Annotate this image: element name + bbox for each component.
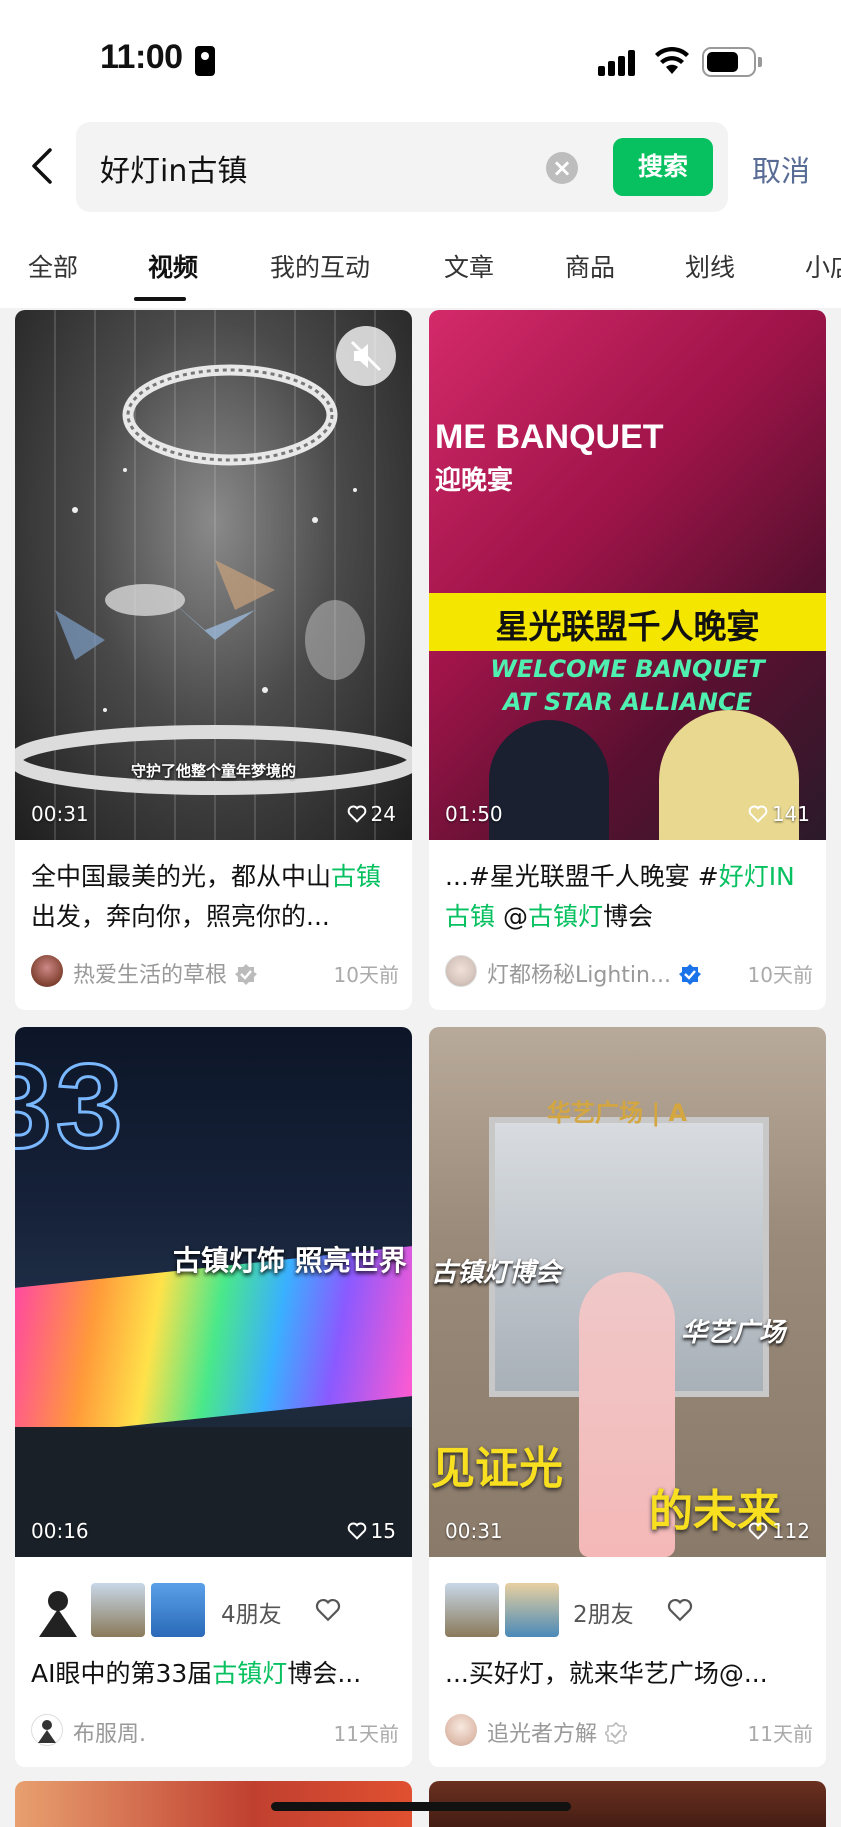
active-tab-indicator — [134, 297, 186, 301]
search-button[interactable]: 搜索 — [613, 138, 713, 196]
author-row[interactable]: 热爱生活的草根 10天前 — [31, 955, 399, 989]
friend-avatar — [151, 1583, 205, 1637]
overlay-text: ME BANQUET — [435, 418, 664, 456]
post-date: 10天前 — [333, 963, 399, 987]
author-name: 追光者方解 — [487, 1716, 628, 1748]
video-feed: 守护了他整个童年梦境的 00:31 24 全中国最美的光，都从中山古镇出发，奔向… — [0, 308, 841, 1827]
tab-highlights[interactable]: 划线 — [685, 248, 735, 284]
post-date: 10天前 — [747, 963, 813, 987]
wifi-icon — [655, 46, 689, 74]
video-title: 全中国最美的光，都从中山古镇出发，奔向你，照亮你的... — [31, 862, 382, 931]
friends-liked-label: 2朋友 — [573, 1602, 634, 1628]
friend-avatar — [91, 1583, 145, 1637]
cancel-button[interactable]: 取消 — [752, 148, 810, 190]
search-input[interactable]: 好灯in古镇 × 搜索 — [76, 122, 728, 212]
heart-icon — [748, 805, 768, 823]
post-date: 11天前 — [747, 1722, 813, 1746]
author-avatar — [445, 955, 477, 987]
clear-search-icon[interactable]: × — [546, 152, 578, 184]
overlay-text: 古镇灯饰 照亮世界 — [173, 1244, 407, 1277]
heart-icon — [347, 1522, 366, 1540]
author-name: 布服周. — [73, 1722, 146, 1747]
friends-liked-label: 4朋友 — [221, 1602, 282, 1628]
video-thumbnail[interactable]: ME BANQUET 迎晚宴 星光联盟千人晚宴 WELCOME BANQUET … — [429, 310, 826, 840]
video-thumbnail[interactable]: 华艺广场 | A 古镇灯博会 华艺广场 见证光 的未来 00:31 112 — [429, 1027, 826, 1557]
overlay-text: 华艺广场 — [681, 1318, 786, 1348]
id-card-icon — [195, 46, 215, 76]
verified-badge-icon — [678, 964, 701, 985]
video-card[interactable]: 守护了他整个童年梦境的 00:31 24 全中国最美的光，都从中山古镇出发，奔向… — [15, 310, 412, 1010]
friends-row[interactable]: 4朋友 — [31, 1583, 399, 1637]
like-count: 141 — [748, 802, 810, 826]
author-row[interactable]: 追光者方解 11天前 — [445, 1714, 813, 1748]
like-count: 15 — [347, 1519, 396, 1543]
video-duration: 00:16 — [31, 1519, 89, 1543]
author-row[interactable]: 布服周. 11天前 — [31, 1714, 399, 1748]
tab-shops[interactable]: 小店 — [805, 248, 841, 284]
author-avatar — [31, 1714, 63, 1746]
tab-articles[interactable]: 文章 — [444, 248, 494, 284]
tab-video[interactable]: 视频 — [148, 248, 198, 284]
author-row[interactable]: 灯都杨秘Lightin... 10天前 — [445, 955, 813, 989]
video-duration: 00:31 — [31, 802, 89, 826]
friend-avatar — [505, 1583, 559, 1637]
video-title: AI眼中的第33届古镇灯博会... — [31, 1659, 362, 1688]
video-card[interactable]: 33 古镇灯饰 照亮世界 00:16 15 4朋友 AI眼中的第33届古镇灯博会… — [15, 1027, 412, 1767]
friend-avatar — [31, 1583, 85, 1637]
like-count: 112 — [748, 1519, 810, 1543]
video-title: ...#星光联盟千人晚宴 #好灯IN古镇 @古镇灯博会 — [445, 862, 795, 931]
video-card[interactable]: 华艺广场 | A 古镇灯博会 华艺广场 见证光 的未来 00:31 112 2朋… — [429, 1027, 826, 1767]
tab-all[interactable]: 全部 — [28, 248, 78, 284]
search-query: 好灯in古镇 — [100, 154, 248, 189]
overlay-text: 33 — [15, 1038, 127, 1175]
video-card[interactable]: ME BANQUET 迎晚宴 星光联盟千人晚宴 WELCOME BANQUET … — [429, 310, 826, 1010]
tab-my-interactions[interactable]: 我的互动 — [270, 248, 370, 284]
home-indicator[interactable] — [271, 1802, 571, 1811]
mute-icon[interactable] — [336, 326, 396, 386]
video-duration: 01:50 — [445, 802, 503, 826]
friend-avatar — [445, 1583, 499, 1637]
heart-outline-icon[interactable] — [667, 1597, 693, 1623]
overlay-text: WELCOME BANQUET — [490, 655, 765, 683]
overlay-text: AT STAR ALLIANCE — [503, 688, 752, 716]
heart-icon — [748, 1522, 768, 1540]
verified-badge-icon — [235, 964, 258, 985]
person-silhouette — [489, 720, 609, 840]
tab-products[interactable]: 商品 — [565, 248, 615, 284]
video-thumbnail[interactable]: 守护了他整个童年梦境的 00:31 24 — [15, 310, 412, 840]
heart-outline-icon[interactable] — [315, 1597, 341, 1623]
author-name: 灯都杨秘Lightin... — [487, 957, 701, 989]
author-avatar — [31, 955, 63, 987]
battery-icon — [702, 47, 762, 77]
post-date: 11天前 — [333, 1722, 399, 1746]
like-count: 24 — [347, 802, 396, 826]
cellular-signal-icon — [598, 48, 640, 76]
heart-icon — [347, 805, 366, 823]
author-avatar — [445, 1714, 477, 1746]
verified-badge-icon — [605, 1722, 628, 1744]
status-time: 11:00 — [100, 38, 183, 76]
filter-tabs: 全部 视频 我的互动 文章 商品 划线 小店 — [0, 240, 841, 306]
overlay-text: 见证光 — [431, 1443, 563, 1494]
video-caption-overlay: 守护了他整个童年梦境的 — [130, 762, 296, 780]
video-duration: 00:31 — [445, 1519, 503, 1543]
status-bar: 11:00 — [0, 0, 841, 120]
back-arrow-icon[interactable] — [26, 146, 62, 186]
overlay-text: 迎晚宴 — [435, 466, 514, 496]
overlay-text: 星光联盟千人晚宴 — [495, 607, 760, 646]
video-title: ...买好灯，就来华艺广场@... — [445, 1659, 768, 1688]
author-name: 热爱生活的草根 — [73, 957, 258, 989]
friends-row[interactable]: 2朋友 — [445, 1583, 813, 1637]
video-thumbnail[interactable]: 33 古镇灯饰 照亮世界 00:16 15 — [15, 1027, 412, 1557]
overlay-text: 古镇灯博会 — [431, 1258, 562, 1288]
overlay-text: 华艺广场 | A — [547, 1099, 688, 1127]
